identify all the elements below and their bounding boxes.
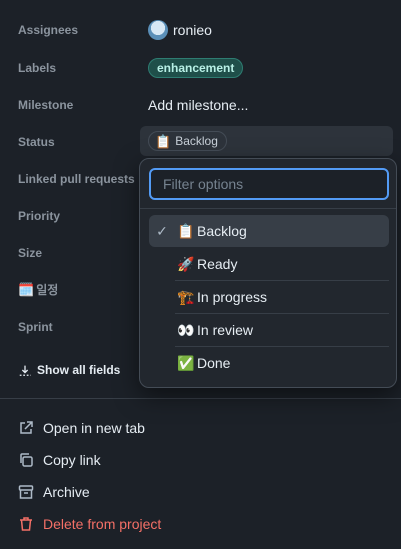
check-icon: ✓ [156,222,168,239]
field-label-schedule: 🗓️ 일정 [18,281,58,298]
status-pill[interactable]: 📋 Backlog [148,131,227,151]
delete-from-project-button[interactable]: Delete from project [18,508,161,540]
construction-icon: 🏗️ [177,288,195,305]
check-mark-box-icon: ✅ [177,354,195,371]
field-labels[interactable]: Labels enhancement [0,49,401,86]
trash-icon [20,517,32,531]
copy-icon [20,453,33,467]
open-new-tab-label: Open in new tab [43,420,145,436]
open-new-tab-button[interactable]: Open in new tab [18,412,161,444]
field-label-labels: Labels [18,60,57,75]
status-option-ready[interactable]: 🚀 Ready [149,248,389,280]
rocket-icon: 🚀 [177,255,195,272]
archive-button[interactable]: Archive [18,476,161,508]
dropdown-divider [140,208,396,209]
field-label-status: Status [18,134,55,149]
field-label-priority: Priority [18,208,61,223]
status-option-in-progress[interactable]: 🏗️ In progress [149,281,389,313]
labels-value[interactable]: enhancement [148,57,244,78]
archive-label: Archive [43,484,90,500]
field-label-sprint: Sprint [18,319,53,334]
status-options-dropdown: ✓ 📋 Backlog 🚀 Ready 🏗️ In progress 👀 In … [139,158,397,388]
field-label-milestone: Milestone [18,97,74,112]
status-option-in-review[interactable]: 👀 In review [149,314,389,346]
field-label-assignees: Assignees [18,22,79,37]
show-all-fields-label: Show all fields [37,363,121,377]
field-assignees[interactable]: Assignees ronieo [0,11,401,48]
status-option-done[interactable]: ✅ Done [149,347,389,379]
option-label: Done [197,355,231,371]
show-all-fields-button[interactable]: Show all fields [18,363,120,377]
field-milestone[interactable]: Milestone Add milestone... [0,86,401,123]
option-label: Ready [197,256,238,272]
assignee-value[interactable]: ronieo [148,19,212,40]
eyes-icon: 👀 [177,321,195,338]
field-label-linked-prs: Linked pull requests [18,171,135,186]
delete-from-project-label: Delete from project [43,516,162,532]
status-option-backlog[interactable]: ✓ 📋 Backlog [149,215,389,247]
filter-options-input[interactable] [149,168,389,200]
option-label: In review [197,322,254,338]
calendar-icon: 🗓️ [18,282,35,297]
divider [0,398,401,399]
external-link-icon [20,421,33,434]
schedule-label-text: 일정 [36,283,59,297]
option-label: Backlog [197,223,247,239]
archive-icon [18,485,34,499]
milestone-placeholder[interactable]: Add milestone... [148,97,248,113]
assignee-name: ronieo [173,21,212,38]
label-pill-enhancement[interactable]: enhancement [148,57,244,78]
unfold-icon [19,365,31,376]
status-value: Backlog [175,134,218,148]
avatar [148,19,168,40]
field-label-size: Size [18,245,43,260]
copy-link-label: Copy link [43,452,101,468]
copy-link-button[interactable]: Copy link [18,444,161,476]
item-actions: Open in new tab Copy link Archive Delete… [18,412,161,540]
option-label: In progress [197,289,268,305]
clipboard-icon: 📋 [155,133,172,149]
clipboard-icon: 📋 [177,222,195,239]
